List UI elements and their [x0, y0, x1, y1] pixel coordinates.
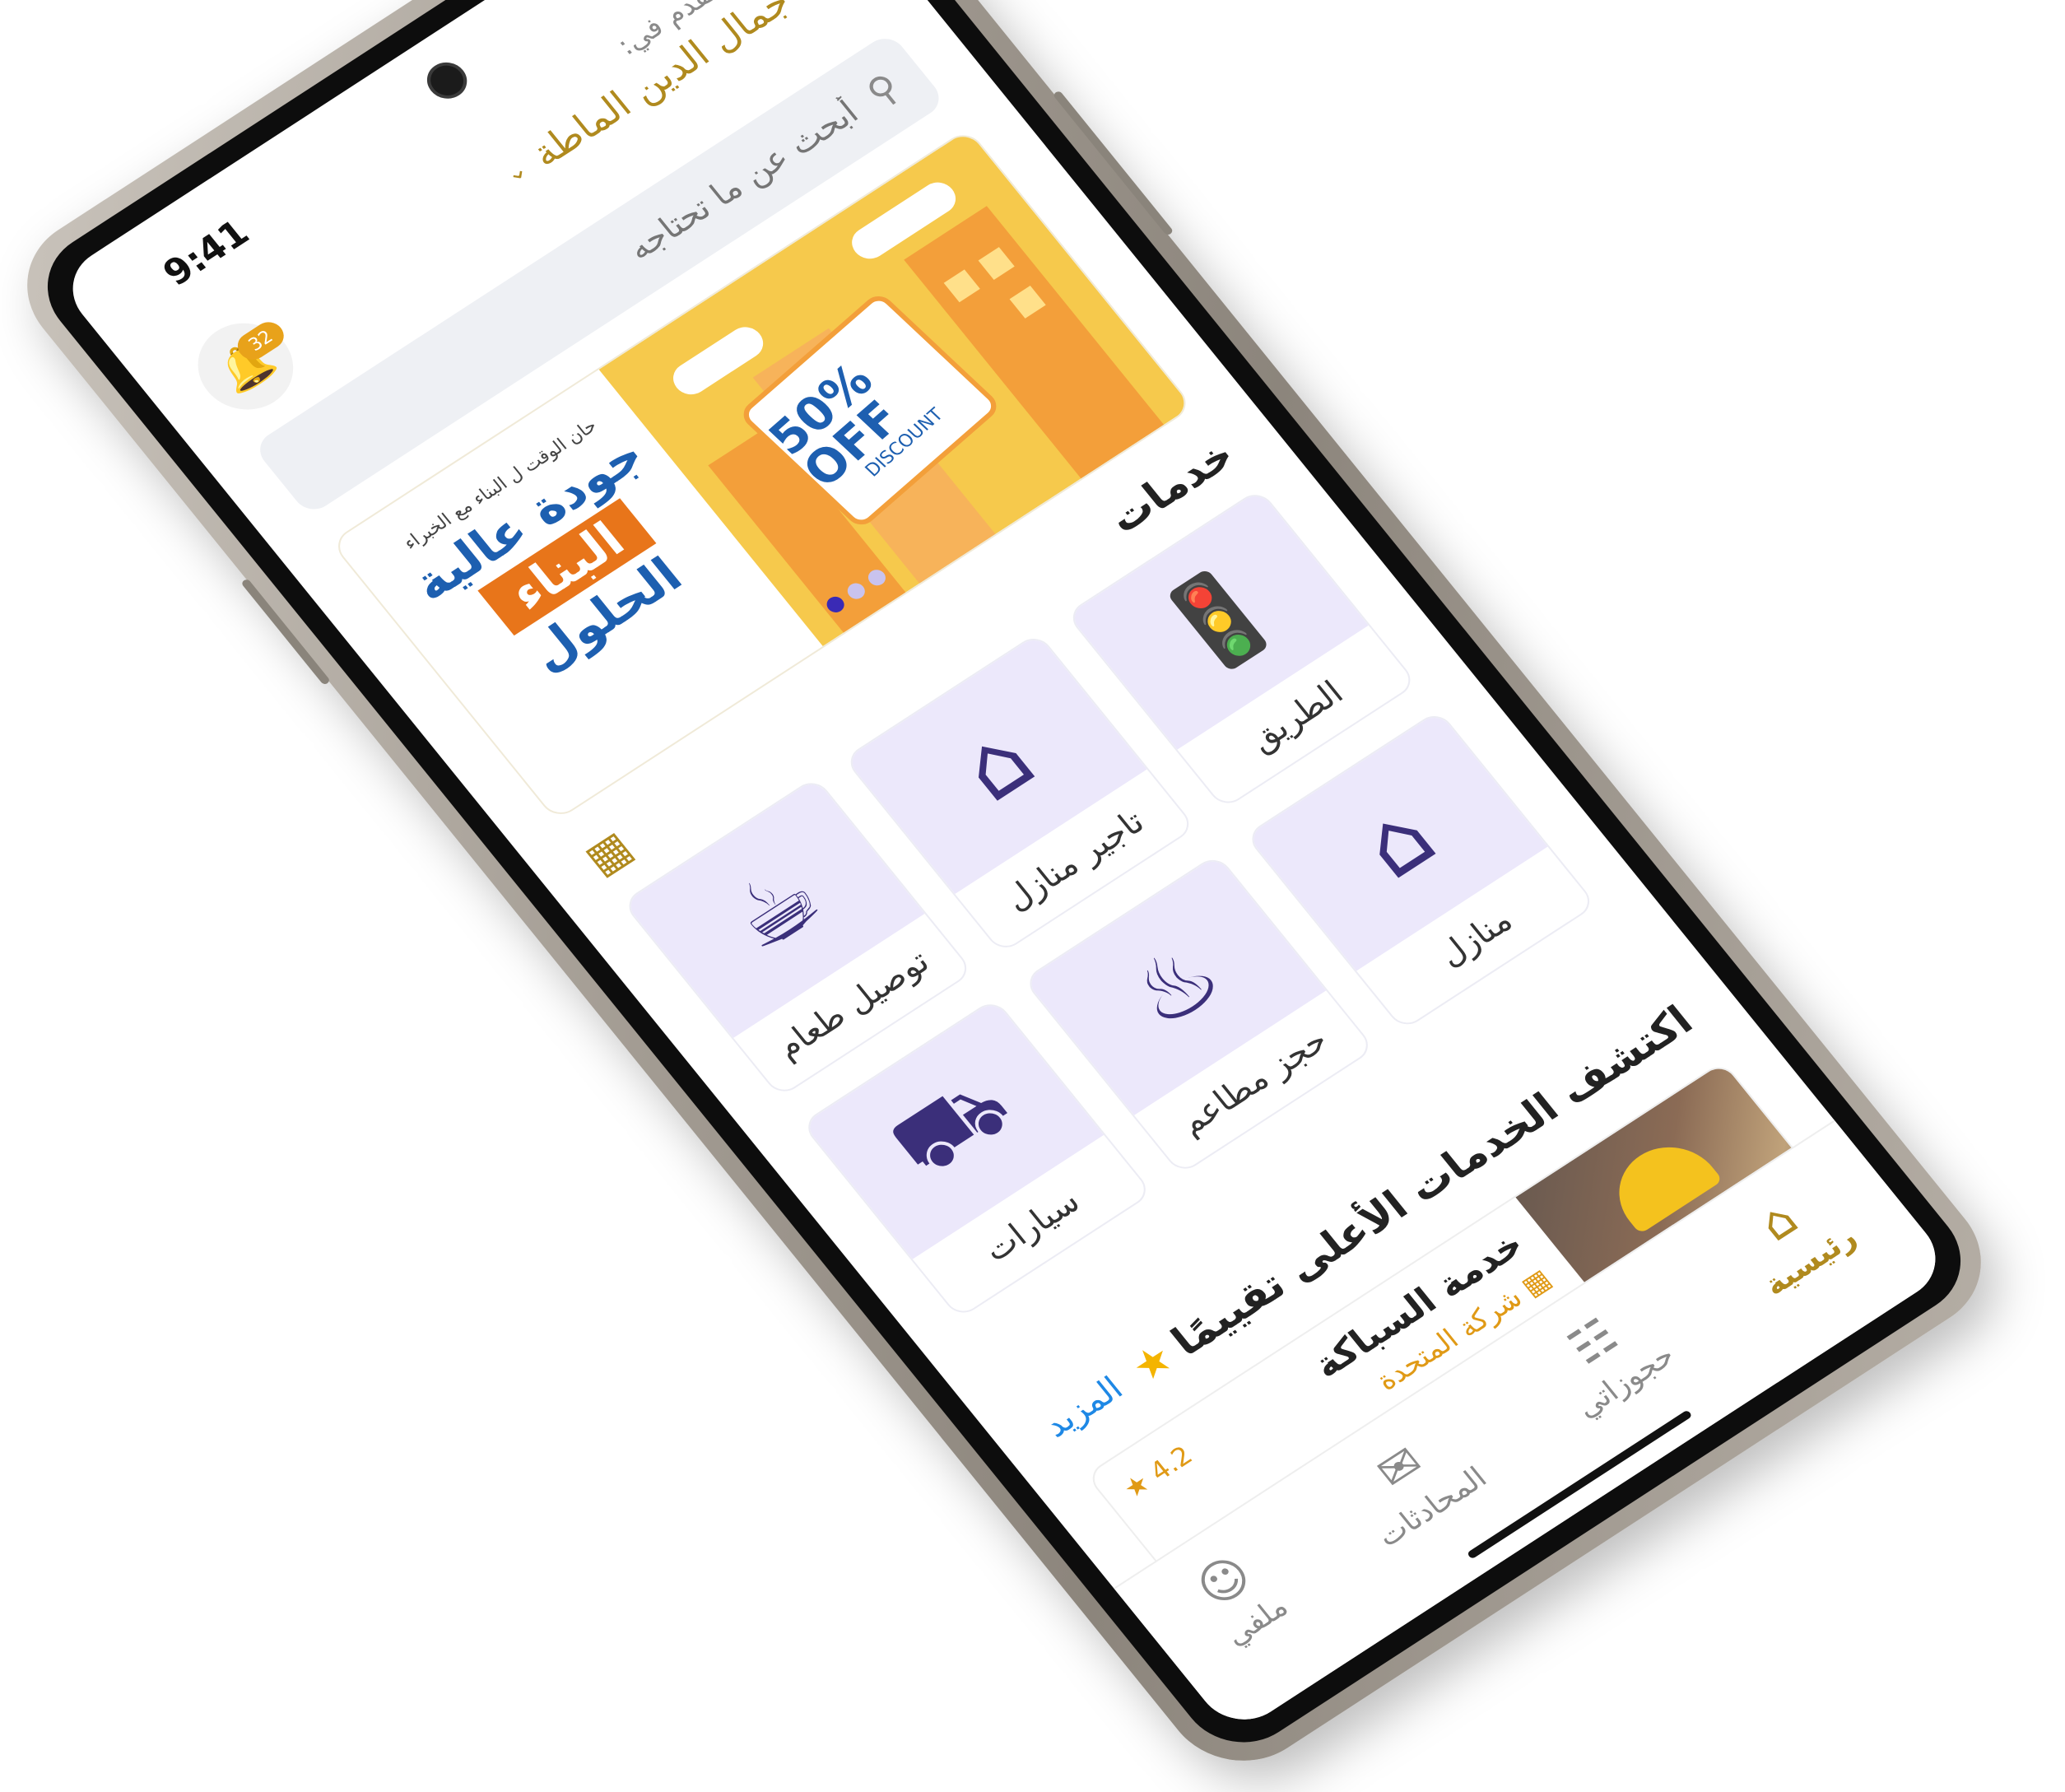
restaurant-booking-icon: ♨ — [1108, 922, 1244, 1049]
house-rent-icon: ⌂ — [938, 707, 1054, 822]
phone-bezel: 9:41 ☰ الخدمة ستقدم في: 37 جمال الدين ال… — [22, 0, 1986, 1765]
chat-icon: ✉ — [1365, 1434, 1435, 1501]
home-indicator[interactable] — [1466, 1409, 1693, 1560]
car-icon: ⛟ — [868, 1052, 1031, 1197]
phone-frame: 9:41 ☰ الخدمة ستقدم في: 37 جمال الدين ال… — [0, 0, 2012, 1789]
nav-chats[interactable]: ✉ المحادثات — [1331, 1413, 1493, 1553]
nav-bookings[interactable]: ☷ حجوزاتي — [1530, 1290, 1681, 1424]
nav-profile[interactable]: ☺ ملفي — [1179, 1541, 1295, 1653]
notification-button[interactable]: 🔔 32 — [179, 306, 313, 427]
chevron-down-icon: ⌄ — [497, 154, 533, 189]
building-icon: ▦ — [1514, 1263, 1558, 1303]
app-screen: 9:41 ☰ الخدمة ستقدم في: 37 جمال الدين ال… — [53, 0, 1955, 1736]
more-link[interactable]: المزيد — [1037, 1370, 1130, 1445]
traffic-light-icon: 🚦 — [1137, 547, 1299, 692]
nav-home[interactable]: ⌂ رئيسية — [1718, 1172, 1863, 1302]
calendar-icon: ☷ — [1557, 1307, 1629, 1375]
food-delivery-icon: ☕ — [707, 845, 842, 972]
search-icon: ⚲ — [857, 64, 909, 115]
grid-view-icon[interactable]: ▦ — [574, 821, 642, 884]
home-icon: ⌂ — [1747, 1191, 1808, 1252]
house-cleaning-icon: ⌂ — [1339, 784, 1455, 899]
